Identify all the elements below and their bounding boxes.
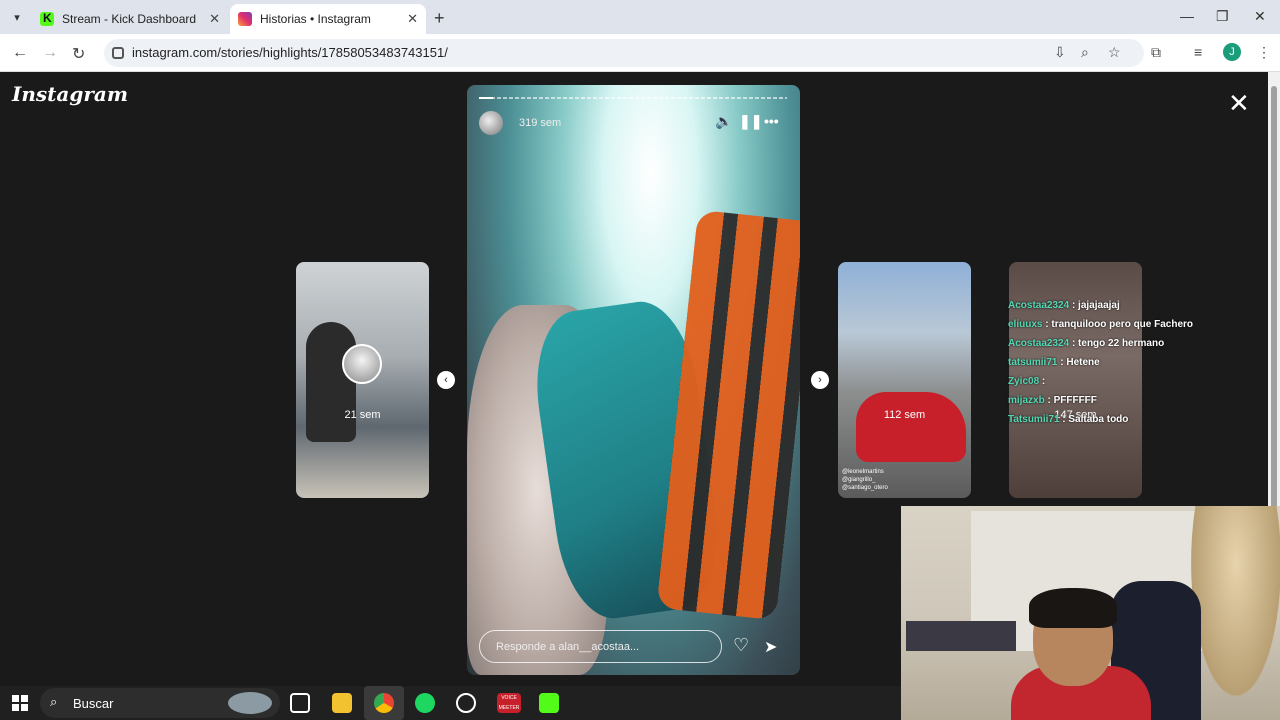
windows-start-icon[interactable]	[12, 695, 28, 711]
pause-icon[interactable]: ❚❚	[739, 113, 762, 130]
tab-search-button[interactable]: ▾	[6, 6, 28, 28]
chat-message: Acostaa2324 : jajajaajaj	[1008, 300, 1120, 311]
kick-app-icon[interactable]	[539, 693, 559, 713]
search-icon: ⌕	[50, 694, 58, 709]
search-highlight-icon	[228, 692, 272, 714]
tab-title: Historias • Instagram	[260, 12, 371, 26]
story-thumbnail-next[interactable]: 112 sem @leonelmartins @giangrillo_ @san…	[838, 262, 971, 498]
windows-taskbar: ⌕ Buscar VOICE MEETER	[0, 686, 901, 720]
story-tag: @santiago_otero	[842, 485, 888, 491]
chat-message: Tatsumii71 : Saltaba todo	[1008, 414, 1129, 425]
back-button[interactable]: ←	[12, 44, 28, 62]
stream-chat-overlay: Acostaa2324 : jajajaajaj eliuuxs : tranq…	[1008, 300, 1278, 433]
profile-avatar[interactable]: J	[1223, 43, 1241, 61]
taskbar-search[interactable]: ⌕ Buscar	[40, 688, 280, 718]
instagram-icon	[238, 12, 252, 26]
maximize-button[interactable]: ❐	[1216, 8, 1229, 25]
url-field[interactable]: instagram.com/stories/highlights/1785805…	[104, 39, 1144, 67]
story-time-label: 112 sem	[883, 409, 926, 421]
previous-story-button[interactable]: ‹	[437, 371, 455, 389]
kick-icon	[40, 11, 54, 26]
pampas-plant	[1191, 506, 1280, 696]
task-view-icon[interactable]	[290, 693, 310, 713]
address-bar: ← → ↻ instagram.com/stories/highlights/1…	[0, 34, 1280, 72]
search-label: Buscar	[73, 696, 114, 711]
reply-input[interactable]	[480, 631, 721, 662]
chat-message: mijazxb : PFFFFFF	[1008, 395, 1097, 406]
file-explorer-icon[interactable]	[332, 693, 352, 713]
story-thumbnail-previous[interactable]: 21 sem	[296, 262, 429, 498]
story-avatar	[342, 344, 382, 384]
tab-instagram-stories[interactable]: Historias • Instagram ✕	[230, 4, 426, 34]
voicemeeter-icon[interactable]: VOICE MEETER	[497, 693, 521, 713]
more-options-icon[interactable]: •••	[764, 113, 779, 129]
reply-field[interactable]	[479, 630, 722, 663]
tab-title: Stream - Kick Dashboard	[62, 12, 197, 26]
browser-menu-icon[interactable]: ⋮	[1257, 44, 1271, 61]
story-author-avatar[interactable]	[479, 111, 503, 135]
story-image	[856, 392, 966, 462]
chat-message: eliuuxs : tranquilooo pero que Fachero	[1008, 319, 1194, 330]
close-tab-icon[interactable]: ✕	[407, 11, 418, 27]
tab-kick-dashboard[interactable]: Stream - Kick Dashboard ✕	[32, 4, 228, 34]
forward-button[interactable]: →	[42, 44, 58, 62]
story-tags: @leonelmartins @giangrillo_ @santiago_ot…	[842, 468, 888, 492]
chat-message: tatsumii71 : Hetene	[1008, 357, 1100, 368]
story-time: 319 sem	[519, 117, 562, 129]
new-tab-button[interactable]: +	[434, 8, 445, 29]
obs-icon[interactable]	[456, 693, 476, 713]
close-stories-icon[interactable]: ✕	[1228, 88, 1250, 119]
bookmark-star-icon[interactable]: ☆	[1108, 44, 1121, 61]
site-info-icon[interactable]	[112, 47, 124, 59]
media-control-icon[interactable]: ≡	[1194, 44, 1202, 60]
reload-button[interactable]: ↻	[72, 44, 85, 64]
browser-tab-bar: ▾ Stream - Kick Dashboard ✕ Historias • …	[0, 0, 1280, 34]
chat-message: Acostaa2324 : tengo 22 hermano	[1008, 338, 1165, 349]
story-tag: @leonelmartins	[842, 469, 884, 475]
next-story-button[interactable]: ›	[811, 371, 829, 389]
story-time-label: 21 sem	[344, 409, 381, 421]
install-app-icon[interactable]: ⇩	[1054, 44, 1066, 61]
webcam-overlay	[901, 506, 1280, 720]
window-close-button[interactable]: ✕	[1254, 8, 1266, 25]
url-text: instagram.com/stories/highlights/1785805…	[132, 45, 448, 60]
story-progress-bar	[479, 97, 787, 99]
like-heart-icon[interactable]: ♡	[733, 635, 749, 656]
chat-message: Zyic08 :	[1008, 376, 1046, 387]
close-tab-icon[interactable]: ✕	[209, 11, 220, 27]
mute-icon[interactable]: 🔈	[715, 113, 732, 130]
active-story[interactable]: 319 sem 🔈 ❚❚ ••• ♡ ➤	[467, 85, 800, 675]
spotify-icon[interactable]	[415, 693, 435, 713]
story-image	[656, 209, 800, 621]
send-share-icon[interactable]: ➤	[764, 637, 777, 657]
shelf	[906, 621, 1016, 651]
instagram-logo[interactable]: Instagram	[12, 82, 128, 106]
extensions-icon[interactable]: ⧉	[1151, 44, 1161, 61]
story-image	[306, 322, 356, 442]
story-tag: @giangrillo_	[842, 477, 876, 483]
zoom-icon[interactable]: ⌕	[1081, 44, 1089, 61]
minimize-button[interactable]: —	[1180, 8, 1194, 24]
streamer-hair	[1029, 588, 1117, 628]
chrome-icon[interactable]	[374, 693, 394, 713]
